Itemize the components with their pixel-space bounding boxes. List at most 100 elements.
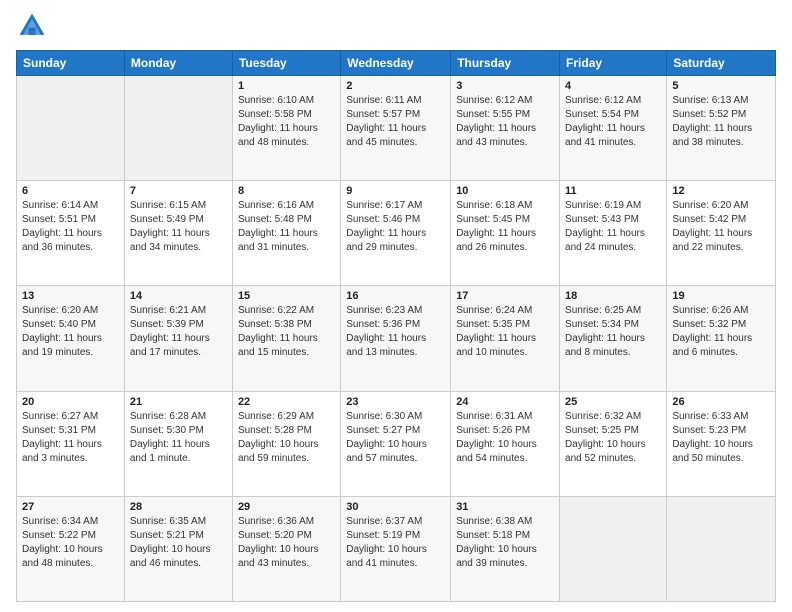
day-info: Sunrise: 6:34 AMSunset: 5:22 PMDaylight:… [22,515,119,571]
day-number: 1 [238,80,335,92]
day-info: Sunrise: 6:33 AMSunset: 5:23 PMDaylight:… [672,410,770,466]
calendar-week-row: 20 Sunrise: 6:27 AMSunset: 5:31 PMDaylig… [17,391,776,496]
calendar-day-cell: 24 Sunrise: 6:31 AMSunset: 5:26 PMDaylig… [451,391,560,496]
day-info: Sunrise: 6:35 AMSunset: 5:21 PMDaylight:… [130,515,227,571]
calendar-day-cell: 30 Sunrise: 6:37 AMSunset: 5:19 PMDaylig… [341,496,451,601]
day-number: 7 [130,185,227,197]
calendar-day-cell: 25 Sunrise: 6:32 AMSunset: 5:25 PMDaylig… [560,391,667,496]
day-info: Sunrise: 6:38 AMSunset: 5:18 PMDaylight:… [456,515,554,571]
day-number: 5 [672,80,770,92]
calendar-week-row: 1 Sunrise: 6:10 AMSunset: 5:58 PMDayligh… [17,76,776,181]
day-info: Sunrise: 6:18 AMSunset: 5:45 PMDaylight:… [456,199,554,255]
calendar-day-cell: 22 Sunrise: 6:29 AMSunset: 5:28 PMDaylig… [232,391,340,496]
calendar-week-row: 6 Sunrise: 6:14 AMSunset: 5:51 PMDayligh… [17,181,776,286]
day-number: 31 [456,501,554,513]
day-number: 27 [22,501,119,513]
day-number: 24 [456,396,554,408]
day-number: 21 [130,396,227,408]
day-number: 18 [565,290,661,302]
calendar-header-day: Sunday [17,51,125,76]
day-number: 28 [130,501,227,513]
calendar-day-cell: 11 Sunrise: 6:19 AMSunset: 5:43 PMDaylig… [560,181,667,286]
day-number: 10 [456,185,554,197]
day-number: 16 [346,290,445,302]
calendar-day-cell: 2 Sunrise: 6:11 AMSunset: 5:57 PMDayligh… [341,76,451,181]
day-info: Sunrise: 6:24 AMSunset: 5:35 PMDaylight:… [456,304,554,360]
logo-icon [16,10,48,42]
day-info: Sunrise: 6:20 AMSunset: 5:40 PMDaylight:… [22,304,119,360]
day-number: 29 [238,501,335,513]
day-number: 3 [456,80,554,92]
calendar-day-cell: 31 Sunrise: 6:38 AMSunset: 5:18 PMDaylig… [451,496,560,601]
day-info: Sunrise: 6:27 AMSunset: 5:31 PMDaylight:… [22,410,119,466]
day-number: 4 [565,80,661,92]
day-number: 14 [130,290,227,302]
calendar-day-cell: 10 Sunrise: 6:18 AMSunset: 5:45 PMDaylig… [451,181,560,286]
day-number: 17 [456,290,554,302]
day-number: 13 [22,290,119,302]
day-info: Sunrise: 6:17 AMSunset: 5:46 PMDaylight:… [346,199,445,255]
calendar-day-cell: 3 Sunrise: 6:12 AMSunset: 5:55 PMDayligh… [451,76,560,181]
day-info: Sunrise: 6:30 AMSunset: 5:27 PMDaylight:… [346,410,445,466]
day-info: Sunrise: 6:19 AMSunset: 5:43 PMDaylight:… [565,199,661,255]
day-info: Sunrise: 6:15 AMSunset: 5:49 PMDaylight:… [130,199,227,255]
day-info: Sunrise: 6:12 AMSunset: 5:54 PMDaylight:… [565,94,661,150]
day-number: 26 [672,396,770,408]
calendar-day-cell: 14 Sunrise: 6:21 AMSunset: 5:39 PMDaylig… [124,286,232,391]
day-info: Sunrise: 6:11 AMSunset: 5:57 PMDaylight:… [346,94,445,150]
calendar-day-cell: 17 Sunrise: 6:24 AMSunset: 5:35 PMDaylig… [451,286,560,391]
day-info: Sunrise: 6:22 AMSunset: 5:38 PMDaylight:… [238,304,335,360]
calendar-day-cell: 9 Sunrise: 6:17 AMSunset: 5:46 PMDayligh… [341,181,451,286]
calendar-day-cell: 16 Sunrise: 6:23 AMSunset: 5:36 PMDaylig… [341,286,451,391]
calendar-day-cell: 4 Sunrise: 6:12 AMSunset: 5:54 PMDayligh… [560,76,667,181]
calendar-day-cell: 18 Sunrise: 6:25 AMSunset: 5:34 PMDaylig… [560,286,667,391]
calendar-day-cell: 13 Sunrise: 6:20 AMSunset: 5:40 PMDaylig… [17,286,125,391]
calendar-header-day: Thursday [451,51,560,76]
day-number: 12 [672,185,770,197]
day-number: 19 [672,290,770,302]
day-info: Sunrise: 6:20 AMSunset: 5:42 PMDaylight:… [672,199,770,255]
calendar-header-day: Saturday [667,51,776,76]
day-number: 25 [565,396,661,408]
day-number: 30 [346,501,445,513]
calendar-header-day: Monday [124,51,232,76]
day-info: Sunrise: 6:10 AMSunset: 5:58 PMDaylight:… [238,94,335,150]
calendar-day-cell: 20 Sunrise: 6:27 AMSunset: 5:31 PMDaylig… [17,391,125,496]
day-info: Sunrise: 6:36 AMSunset: 5:20 PMDaylight:… [238,515,335,571]
calendar-day-cell: 19 Sunrise: 6:26 AMSunset: 5:32 PMDaylig… [667,286,776,391]
day-number: 20 [22,396,119,408]
calendar-day-cell: 29 Sunrise: 6:36 AMSunset: 5:20 PMDaylig… [232,496,340,601]
calendar-day-cell: 26 Sunrise: 6:33 AMSunset: 5:23 PMDaylig… [667,391,776,496]
page-header [16,10,776,42]
day-info: Sunrise: 6:29 AMSunset: 5:28 PMDaylight:… [238,410,335,466]
calendar-day-cell: 8 Sunrise: 6:16 AMSunset: 5:48 PMDayligh… [232,181,340,286]
calendar-day-cell: 15 Sunrise: 6:22 AMSunset: 5:38 PMDaylig… [232,286,340,391]
calendar-day-cell: 5 Sunrise: 6:13 AMSunset: 5:52 PMDayligh… [667,76,776,181]
calendar-day-cell: 27 Sunrise: 6:34 AMSunset: 5:22 PMDaylig… [17,496,125,601]
calendar-day-cell: 21 Sunrise: 6:28 AMSunset: 5:30 PMDaylig… [124,391,232,496]
calendar-header-day: Tuesday [232,51,340,76]
day-info: Sunrise: 6:32 AMSunset: 5:25 PMDaylight:… [565,410,661,466]
day-number: 9 [346,185,445,197]
calendar-day-cell: 23 Sunrise: 6:30 AMSunset: 5:27 PMDaylig… [341,391,451,496]
day-number: 23 [346,396,445,408]
day-number: 8 [238,185,335,197]
calendar-day-cell [17,76,125,181]
calendar-week-row: 27 Sunrise: 6:34 AMSunset: 5:22 PMDaylig… [17,496,776,601]
day-number: 11 [565,185,661,197]
calendar-day-cell [667,496,776,601]
calendar-day-cell: 28 Sunrise: 6:35 AMSunset: 5:21 PMDaylig… [124,496,232,601]
day-info: Sunrise: 6:31 AMSunset: 5:26 PMDaylight:… [456,410,554,466]
day-info: Sunrise: 6:13 AMSunset: 5:52 PMDaylight:… [672,94,770,150]
day-info: Sunrise: 6:12 AMSunset: 5:55 PMDaylight:… [456,94,554,150]
day-info: Sunrise: 6:28 AMSunset: 5:30 PMDaylight:… [130,410,227,466]
day-number: 15 [238,290,335,302]
calendar-day-cell [560,496,667,601]
day-info: Sunrise: 6:26 AMSunset: 5:32 PMDaylight:… [672,304,770,360]
calendar-table: SundayMondayTuesdayWednesdayThursdayFrid… [16,50,776,602]
calendar-header-day: Friday [560,51,667,76]
day-info: Sunrise: 6:14 AMSunset: 5:51 PMDaylight:… [22,199,119,255]
calendar-day-cell: 7 Sunrise: 6:15 AMSunset: 5:49 PMDayligh… [124,181,232,286]
calendar-day-cell: 12 Sunrise: 6:20 AMSunset: 5:42 PMDaylig… [667,181,776,286]
day-info: Sunrise: 6:37 AMSunset: 5:19 PMDaylight:… [346,515,445,571]
